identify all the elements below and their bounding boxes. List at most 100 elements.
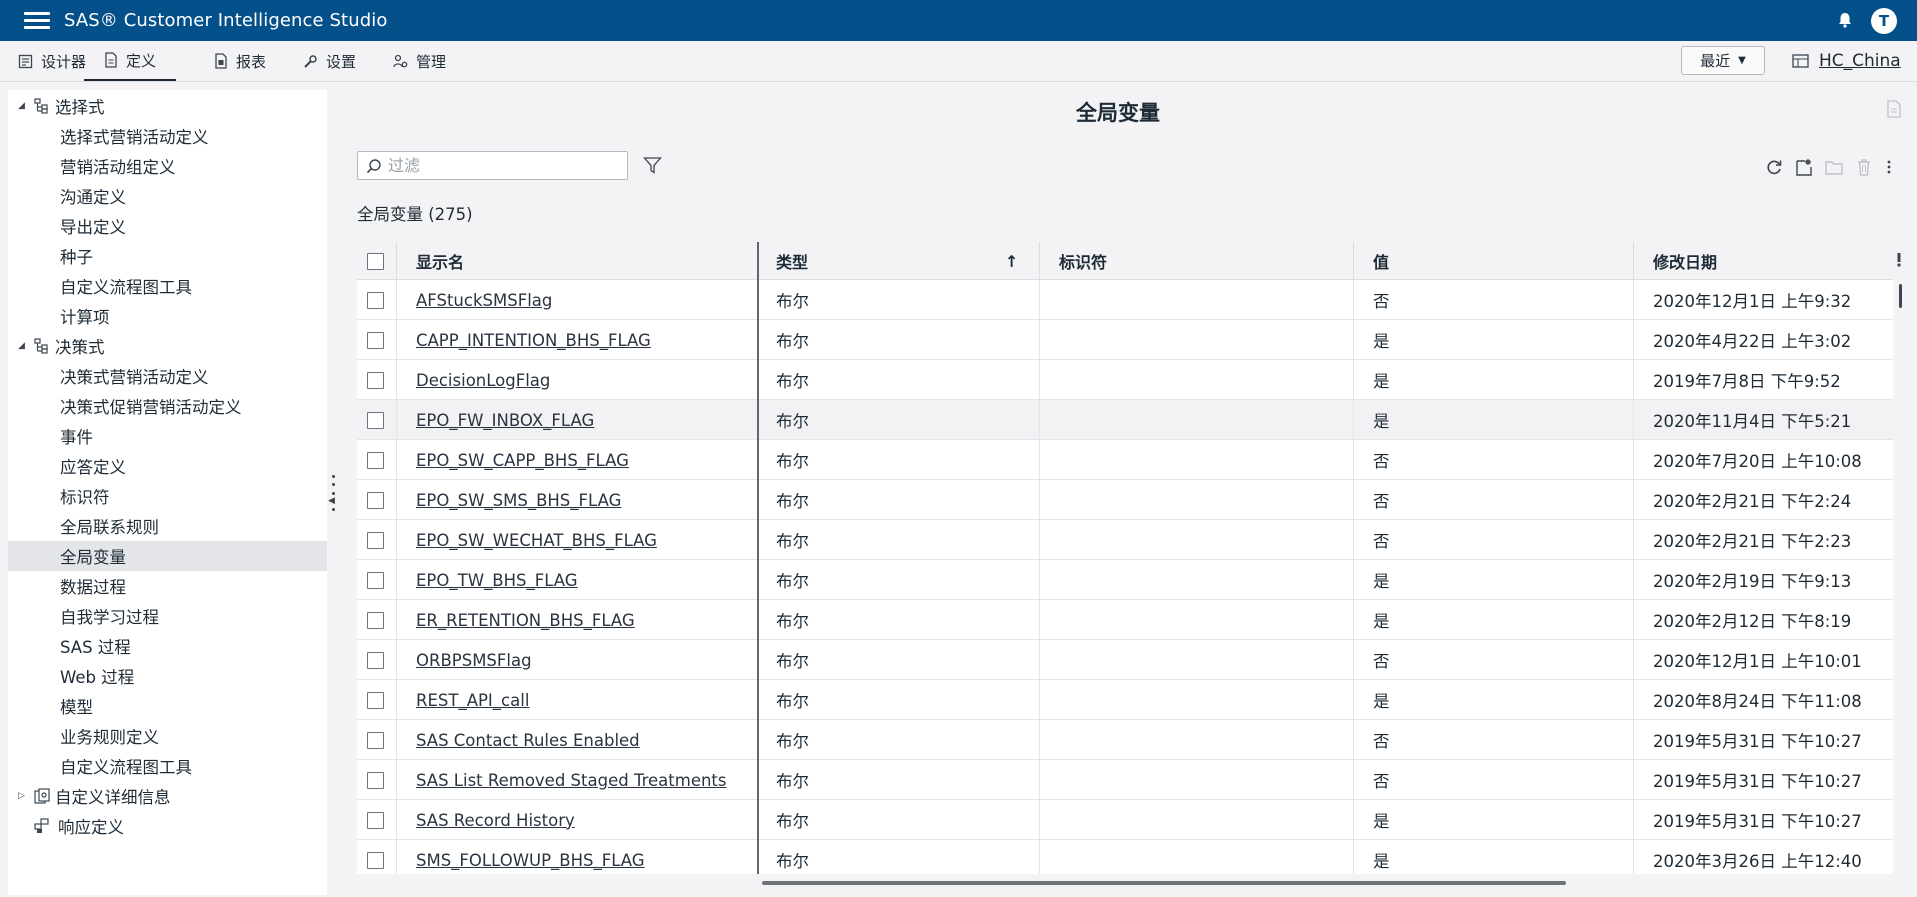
row-checkbox-cell[interactable] <box>367 640 384 680</box>
row-checkbox[interactable] <box>367 331 384 349</box>
tree-item[interactable]: SAS 过程 <box>8 631 327 661</box>
filter-input-box[interactable] <box>357 151 628 180</box>
vertical-scrollbar[interactable] <box>1899 284 1902 308</box>
select-all-checkbox-cell[interactable] <box>367 242 384 280</box>
row-checkbox[interactable] <box>367 371 384 389</box>
tree-item-selected[interactable]: 全局变量 <box>8 541 327 571</box>
menu-designer[interactable]: 设计器 <box>18 41 86 81</box>
row-checkbox-cell[interactable] <box>367 440 384 480</box>
tree-group-decision[interactable]: ◢ 决策式 <box>8 331 327 361</box>
table-row[interactable]: SAS Record History 布尔 是 2019年5月31日 下午10:27 <box>357 800 1893 840</box>
expanded-triangle-icon[interactable]: ◢ <box>18 101 25 111</box>
tree-item[interactable]: 模型 <box>8 691 327 721</box>
horizontal-scrollbar[interactable] <box>762 881 1566 885</box>
table-row[interactable]: EPO_TW_BHS_FLAG 布尔 是 2020年2月19日 下午9:13 <box>357 560 1893 600</box>
menu-admin[interactable]: 管理 <box>393 41 446 81</box>
row-checkbox[interactable] <box>367 451 384 469</box>
table-row[interactable]: EPO_SW_WECHAT_BHS_FLAG 布尔 否 2020年2月21日 下午2:… <box>357 520 1893 560</box>
row-checkbox-cell[interactable] <box>367 800 384 840</box>
variable-name-link[interactable]: EPO_SW_WECHAT_BHS_FLAG <box>416 520 657 560</box>
tree-item[interactable]: 自定义流程图工具 <box>8 751 327 781</box>
variable-name-link[interactable]: DecisionLogFlag <box>416 360 550 400</box>
variable-name-link[interactable]: SAS Record History <box>416 800 575 840</box>
tree-item[interactable]: 导出定义 <box>8 211 327 241</box>
column-options-icon[interactable] <box>1895 251 1903 269</box>
recent-dropdown[interactable]: 最近 ▼ <box>1681 46 1765 75</box>
delete-icon[interactable] <box>1855 158 1873 176</box>
row-checkbox-cell[interactable] <box>367 520 384 560</box>
new-item-icon[interactable] <box>1795 158 1813 176</box>
tree-item[interactable]: Web 过程 <box>8 661 327 691</box>
folder-icon[interactable] <box>1825 158 1843 176</box>
table-row[interactable]: ORBPSMSFlag 布尔 否 2020年12月1日 上午10:01 <box>357 640 1893 680</box>
workspace-link[interactable]: HC_China <box>1792 41 1901 81</box>
row-checkbox[interactable] <box>367 571 384 589</box>
row-checkbox[interactable] <box>367 811 384 829</box>
properties-icon[interactable] <box>1886 100 1902 118</box>
column-header-modified-date[interactable]: 修改日期 <box>1653 242 1717 280</box>
variable-name-link[interactable]: ORBPSMSFlag <box>416 640 532 680</box>
table-row[interactable]: EPO_FW_INBOX_FLAG 布尔 是 2020年11月4日 下午5:21 <box>357 400 1893 440</box>
row-checkbox-cell[interactable] <box>367 320 384 360</box>
menu-settings[interactable]: 设置 <box>303 41 356 81</box>
row-checkbox[interactable] <box>367 771 384 789</box>
menu-definitions[interactable]: 定义 <box>84 41 177 81</box>
user-avatar[interactable]: T <box>1871 8 1897 34</box>
variable-name-link[interactable]: EPO_FW_INBOX_FLAG <box>416 400 594 440</box>
tree-item[interactable]: 事件 <box>8 421 327 451</box>
tree-group-selection[interactable]: ◢ 选择式 <box>8 91 327 121</box>
table-row[interactable]: SAS List Removed Staged Treatments 布尔 否 201… <box>357 760 1893 800</box>
column-header-type[interactable]: 类型 <box>776 242 808 280</box>
tree-item[interactable]: 选择式营销活动定义 <box>8 121 327 151</box>
tree-group-custom-details[interactable]: ▷ 自定义详细信息 <box>8 781 327 811</box>
row-checkbox[interactable] <box>367 491 384 509</box>
tree-item[interactable]: 自我学习过程 <box>8 601 327 631</box>
row-checkbox[interactable] <box>367 731 384 749</box>
table-row[interactable]: CAPP_INTENTION_BHS_FLAG 布尔 是 2020年4月22日 上午3… <box>357 320 1893 360</box>
tree-item[interactable]: 标识符 <box>8 481 327 511</box>
row-checkbox[interactable] <box>367 611 384 629</box>
expanded-triangle-icon[interactable]: ◢ <box>18 341 25 351</box>
tree-item[interactable]: 决策式促销营销活动定义 <box>8 391 327 421</box>
row-checkbox-cell[interactable] <box>367 360 384 400</box>
hamburger-menu-icon[interactable] <box>24 12 50 29</box>
tree-item[interactable]: 沟通定义 <box>8 181 327 211</box>
variable-name-link[interactable]: SAS List Removed Staged Treatments <box>416 760 727 800</box>
row-checkbox[interactable] <box>367 851 384 869</box>
filter-input[interactable] <box>388 156 608 175</box>
frozen-column-divider[interactable] <box>757 242 759 874</box>
select-all-checkbox[interactable] <box>367 252 384 270</box>
tree-item[interactable]: 数据过程 <box>8 571 327 601</box>
bell-icon[interactable] <box>1836 11 1854 29</box>
variable-name-link[interactable]: AFStuckSMSFlag <box>416 280 552 320</box>
tree-item[interactable]: 自定义流程图工具 <box>8 271 327 301</box>
tree-item[interactable]: 决策式营销活动定义 <box>8 361 327 391</box>
tree-item[interactable]: 业务规则定义 <box>8 721 327 751</box>
table-row[interactable]: EPO_SW_CAPP_BHS_FLAG 布尔 否 2020年7月20日 上午10:0… <box>357 440 1893 480</box>
table-row[interactable]: EPO_SW_SMS_BHS_FLAG 布尔 否 2020年2月21日 下午2:24 <box>357 480 1893 520</box>
variable-name-link[interactable]: REST_API_call <box>416 680 529 720</box>
table-row[interactable]: ER_RETENTION_BHS_FLAG 布尔 是 2020年2月12日 下午8:1… <box>357 600 1893 640</box>
row-checkbox-cell[interactable] <box>367 840 384 874</box>
variable-name-link[interactable]: SAS Contact Rules Enabled <box>416 720 640 760</box>
menu-reports[interactable]: 报表 <box>214 41 266 81</box>
row-checkbox-cell[interactable] <box>367 280 384 320</box>
row-checkbox[interactable] <box>367 531 384 549</box>
variable-name-link[interactable]: EPO_SW_SMS_BHS_FLAG <box>416 480 621 520</box>
table-row[interactable]: SAS Contact Rules Enabled 布尔 否 2019年5月31日 下… <box>357 720 1893 760</box>
row-checkbox[interactable] <box>367 291 384 309</box>
variable-name-link[interactable]: EPO_SW_CAPP_BHS_FLAG <box>416 440 629 480</box>
row-checkbox[interactable] <box>367 411 384 429</box>
tree-item[interactable]: 计算项 <box>8 301 327 331</box>
table-row[interactable]: AFStuckSMSFlag 布尔 否 2020年12月1日 上午9:32 <box>357 280 1893 320</box>
column-header-identifier[interactable]: 标识符 <box>1059 242 1107 280</box>
column-header-value[interactable]: 值 <box>1373 242 1389 280</box>
tree-item[interactable]: 全局联系规则 <box>8 511 327 541</box>
collapsed-triangle-icon[interactable]: ▷ <box>18 791 25 801</box>
row-checkbox-cell[interactable] <box>367 680 384 720</box>
row-checkbox-cell[interactable] <box>367 560 384 600</box>
variable-name-link[interactable]: CAPP_INTENTION_BHS_FLAG <box>416 320 651 360</box>
row-checkbox-cell[interactable] <box>367 480 384 520</box>
row-checkbox-cell[interactable] <box>367 720 384 760</box>
filter-funnel-icon[interactable] <box>643 156 662 175</box>
